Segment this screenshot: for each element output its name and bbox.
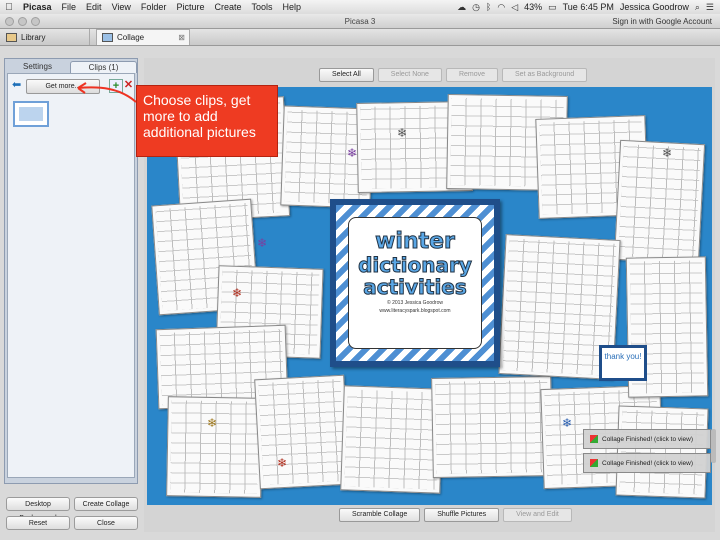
- snowflake-icon: ❄: [397, 126, 408, 140]
- collage-image[interactable]: [613, 139, 706, 265]
- apple-menu-icon[interactable]: : [0, 2, 18, 13]
- folder-icon: [6, 32, 17, 42]
- collage-top-toolbar: Select All Select None Remove Set as Bac…: [319, 68, 588, 82]
- battery-icon: ▭: [548, 1, 557, 12]
- collage-image[interactable]: [431, 375, 553, 479]
- tab-bar: Library Collage ⊠: [0, 29, 720, 46]
- volume-icon[interactable]: ◁: [511, 2, 518, 13]
- notification-center-icon[interactable]: ☰: [706, 2, 714, 13]
- collage-image[interactable]: [340, 385, 444, 494]
- notification-text: Collage Finished! (click to view): [602, 459, 694, 467]
- callout-arrow-icon: [77, 82, 137, 103]
- wifi-icon[interactable]: ◠: [497, 2, 505, 13]
- thank-you-text: thank you!: [604, 352, 642, 361]
- snowflake-icon: ❄: [257, 236, 268, 250]
- shuffle-pictures-button[interactable]: Shuffle Pictures: [424, 508, 500, 522]
- thank-you-card[interactable]: thank you!: [599, 345, 647, 381]
- collage-image[interactable]: [166, 396, 263, 498]
- menu-create[interactable]: Create: [209, 2, 246, 12]
- menu-extras: ☁ ◷ ᛒ ◠ ◁ 43% ▭ Tue 6:45 PM Jessica Good…: [457, 2, 720, 13]
- view-and-edit-button[interactable]: View and Edit: [503, 508, 572, 522]
- tab-library[interactable]: Library: [0, 29, 90, 45]
- tab-collage[interactable]: Collage ⊠: [96, 29, 190, 45]
- snowflake-icon: ❄: [662, 146, 673, 160]
- menu-tools[interactable]: Tools: [246, 2, 277, 12]
- tab-library-label: Library: [21, 32, 46, 42]
- collage-bottom-toolbar: Scramble Collage Shuffle Pictures View a…: [339, 508, 572, 522]
- bluetooth-icon[interactable]: ᛒ: [486, 2, 491, 12]
- collage-image[interactable]: [254, 374, 350, 490]
- winter-dictionary-cover[interactable]: winter dictionary activities © 2013 Jess…: [330, 199, 500, 367]
- remove-button[interactable]: Remove: [445, 68, 499, 82]
- snowflake-icon: ❄: [347, 146, 358, 160]
- notification-text: Collage Finished! (click to view): [602, 435, 694, 443]
- cover-line-3: activities: [363, 275, 468, 299]
- collage-icon: [102, 33, 113, 42]
- tab-collage-label: Collage: [117, 33, 145, 42]
- tab-settings[interactable]: Settings: [5, 61, 70, 73]
- menu-view[interactable]: View: [107, 2, 136, 12]
- menu-file[interactable]: File: [57, 2, 82, 12]
- menu-app-name[interactable]: Picasa: [18, 2, 57, 12]
- window-title-bar: Picasa 3 Sign in with Google Account: [0, 14, 720, 29]
- collage-notification[interactable]: Collage Finished! (click to view): [583, 429, 711, 449]
- set-as-background-button[interactable]: Set as Background: [502, 68, 588, 82]
- collage-settings-panel: Settings Clips (1) ⬅ Get more... + ✕: [4, 58, 138, 484]
- reset-button[interactable]: Reset: [6, 516, 70, 530]
- collage-image[interactable]: [615, 405, 709, 499]
- snowflake-icon: ❄: [562, 416, 573, 430]
- close-button[interactable]: Close: [74, 516, 138, 530]
- select-none-button[interactable]: Select None: [377, 68, 442, 82]
- clips-area: ⬅ Get more... + ✕: [7, 73, 135, 478]
- cover-line-2: dictionary: [358, 253, 473, 277]
- menu-edit[interactable]: Edit: [81, 2, 107, 12]
- menu-picture[interactable]: Picture: [171, 2, 209, 12]
- snowflake-icon: ❄: [277, 456, 288, 470]
- instruction-callout: Choose clips, get more to add additional…: [136, 85, 278, 157]
- picasa-icon: [590, 435, 598, 443]
- cover-line-1: winter: [375, 229, 456, 254]
- tab-clips[interactable]: Clips (1): [70, 61, 137, 73]
- notification-scrollbar[interactable]: [711, 429, 716, 463]
- cover-credit-1: © 2013 Jessica Goodrow: [387, 300, 443, 306]
- close-tab-icon[interactable]: ⊠: [178, 33, 185, 42]
- menu-clock[interactable]: Tue 6:45 PM: [563, 2, 614, 12]
- battery-percent[interactable]: 43%: [524, 2, 542, 12]
- mac-menu-bar:  Picasa File Edit View Folder Picture C…: [0, 0, 720, 15]
- cover-credit-2: www.literacyspark.blogspot.com: [379, 308, 451, 314]
- menu-help[interactable]: Help: [277, 2, 306, 12]
- scramble-collage-button[interactable]: Scramble Collage: [339, 508, 421, 522]
- timemachine-icon[interactable]: ◷: [472, 2, 480, 13]
- menu-user[interactable]: Jessica Goodrow: [620, 2, 689, 12]
- picasa-icon: [590, 459, 598, 467]
- select-all-button[interactable]: Select All: [319, 68, 374, 82]
- cloud-icon[interactable]: ☁: [457, 2, 466, 13]
- snowflake-icon: ❄: [207, 416, 218, 430]
- cover-panel: winter dictionary activities © 2013 Jess…: [348, 217, 482, 349]
- spotlight-icon[interactable]: ⌕: [695, 2, 700, 13]
- back-arrow-icon[interactable]: ⬅: [12, 79, 24, 91]
- snowflake-icon: ❄: [232, 286, 243, 300]
- sign-in-link[interactable]: Sign in with Google Account: [612, 17, 720, 26]
- collage-notification[interactable]: Collage Finished! (click to view): [583, 453, 711, 473]
- clip-thumbnail[interactable]: [13, 101, 49, 127]
- create-collage-button[interactable]: Create Collage: [74, 497, 138, 511]
- menu-folder[interactable]: Folder: [136, 2, 172, 12]
- desktop-background-button[interactable]: Desktop Background: [6, 497, 70, 522]
- panel-subtabs: Settings Clips (1): [5, 61, 137, 73]
